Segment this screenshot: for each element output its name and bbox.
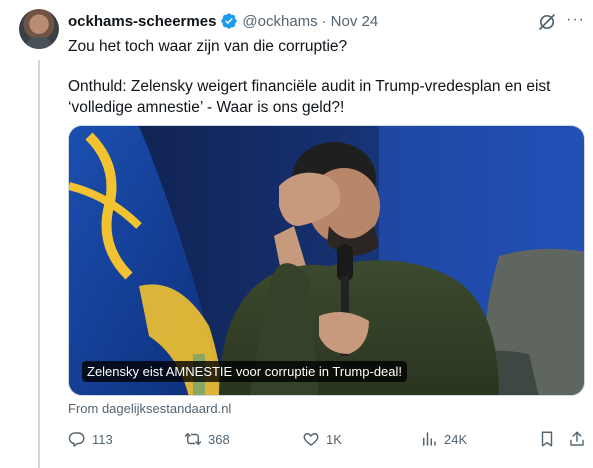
separator-dot: · bbox=[321, 12, 327, 30]
verified-badge-icon[interactable] bbox=[220, 12, 238, 30]
views-count: 24K bbox=[444, 431, 468, 447]
thread-line bbox=[38, 60, 40, 468]
more-icon[interactable]: ··· bbox=[566, 12, 584, 32]
reply-count: 113 bbox=[92, 431, 113, 447]
author-name[interactable]: ockhams-scheermes bbox=[68, 13, 216, 30]
views-button[interactable]: 24K bbox=[420, 430, 467, 448]
views-icon bbox=[423, 432, 436, 446]
bookmark-button[interactable] bbox=[538, 430, 556, 448]
post-header: ockhams-scheermes @ockhams · Nov 24 bbox=[68, 11, 378, 31]
avatar[interactable] bbox=[19, 9, 59, 49]
like-count: 1K bbox=[326, 431, 342, 447]
retweet-icon bbox=[184, 433, 202, 445]
share-icon bbox=[570, 431, 584, 446]
like-icon bbox=[303, 433, 319, 446]
card-source[interactable]: From dagelijksestandaard.nl bbox=[68, 401, 231, 416]
share-button[interactable] bbox=[568, 430, 586, 448]
card-image bbox=[69, 126, 584, 395]
bookmark-icon bbox=[541, 431, 553, 447]
post-date[interactable]: Nov 24 bbox=[331, 13, 379, 30]
post-text-line1: Zou het toch waar zijn van die corruptie… bbox=[68, 38, 348, 55]
card-caption: Zelensky eist AMNESTIE voor corruptie in… bbox=[82, 361, 408, 382]
reply-icon bbox=[68, 432, 85, 447]
reply-button[interactable]: 113 bbox=[68, 430, 113, 448]
repost-button[interactable]: 368 bbox=[184, 430, 230, 448]
like-button[interactable]: 1K bbox=[302, 430, 342, 448]
author-handle[interactable]: @ockhams bbox=[242, 13, 317, 30]
grok-icon[interactable] bbox=[537, 12, 557, 32]
post-text-line2: Onthuld: Zelensky weigert financiële aud… bbox=[68, 78, 551, 116]
action-bar: 113 368 1K 24K bbox=[68, 430, 588, 450]
link-card[interactable]: Zelensky eist AMNESTIE voor corruptie in… bbox=[68, 125, 585, 396]
repost-count: 368 bbox=[208, 431, 230, 447]
